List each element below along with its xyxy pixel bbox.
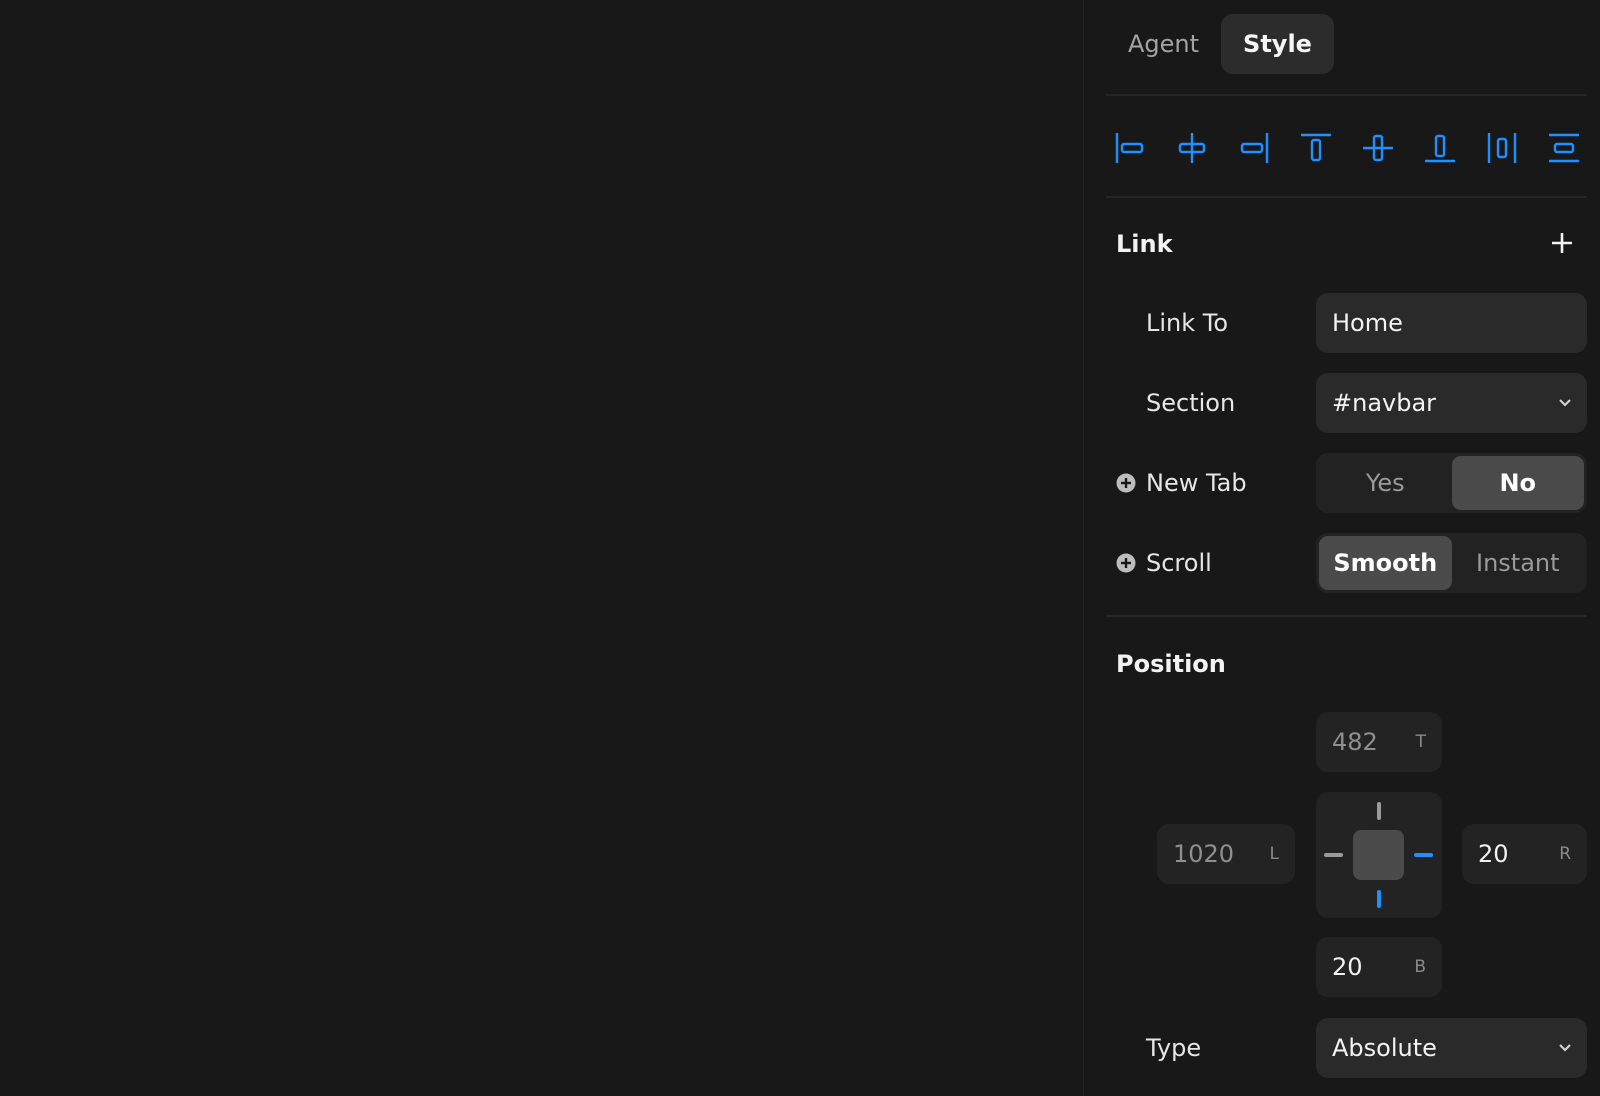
style-panel: Agent Style Link Link To Home Section #n… [1083, 0, 1600, 1096]
top-offset-input[interactable]: 482 T [1316, 712, 1442, 772]
plus-circle-icon[interactable] [1116, 473, 1136, 493]
align-top-icon [1301, 133, 1331, 162]
bottom-offset-input[interactable]: 20 B [1316, 937, 1442, 997]
new-tab-toggle: Yes No [1316, 453, 1587, 513]
link-to-label: Link To [1146, 309, 1229, 337]
section-value: #navbar [1332, 389, 1437, 417]
align-top-button[interactable] [1292, 120, 1340, 176]
new-tab-yes-option[interactable]: Yes [1319, 456, 1452, 510]
position-section-title: Position [1116, 650, 1226, 678]
position-type-label: Type [1146, 1034, 1202, 1062]
new-tab-no-option[interactable]: No [1451, 456, 1584, 510]
distribute-vertical-icon [1549, 133, 1579, 163]
divider [1106, 196, 1587, 198]
align-bottom-button[interactable] [1416, 120, 1464, 176]
section-label: Section [1146, 389, 1236, 417]
panel-tabs: Agent Style [1106, 14, 1334, 74]
link-to-field[interactable]: Home [1316, 293, 1587, 353]
position-type-value: Absolute [1332, 1034, 1437, 1062]
new-tab-label: New Tab [1146, 469, 1247, 497]
bottom-offset-value: 20 [1332, 953, 1363, 981]
align-left-icon [1115, 133, 1144, 163]
align-bottom-icon [1425, 134, 1455, 163]
tab-agent[interactable]: Agent [1106, 14, 1221, 74]
align-horizontal-center-button[interactable] [1168, 120, 1216, 176]
section-select[interactable]: #navbar [1316, 373, 1587, 433]
position-pin-widget [1316, 792, 1442, 918]
pin-top-toggle[interactable] [1377, 802, 1381, 820]
position-type-select[interactable]: Absolute [1316, 1018, 1587, 1078]
left-offset-value: 1020 [1173, 840, 1235, 868]
position-element-box [1353, 830, 1404, 880]
align-vertical-center-button[interactable] [1354, 120, 1402, 176]
align-vertical-center-icon [1363, 134, 1393, 162]
divider [1106, 94, 1587, 96]
align-right-button[interactable] [1230, 120, 1278, 176]
distribute-horizontal-button[interactable] [1478, 120, 1526, 176]
right-offset-input[interactable]: 20 R [1462, 824, 1587, 884]
link-section-title: Link [1116, 230, 1173, 258]
align-right-icon [1240, 133, 1269, 163]
pin-bottom-toggle[interactable] [1377, 890, 1381, 908]
chevron-down-icon [1559, 1044, 1571, 1052]
design-canvas[interactable] [0, 0, 1083, 1096]
right-offset-suffix: R [1559, 844, 1571, 864]
scroll-smooth-option[interactable]: Smooth [1319, 536, 1452, 590]
scroll-instant-option[interactable]: Instant [1452, 536, 1585, 590]
divider [1106, 615, 1587, 617]
left-offset-suffix: L [1269, 844, 1279, 864]
chevron-down-icon [1559, 399, 1571, 407]
tab-style[interactable]: Style [1221, 14, 1334, 74]
add-link-button[interactable] [1548, 229, 1576, 257]
pin-left-toggle[interactable] [1324, 853, 1343, 857]
bottom-offset-suffix: B [1414, 957, 1426, 977]
distribute-horizontal-icon [1487, 133, 1517, 163]
right-offset-value: 20 [1478, 840, 1509, 868]
distribute-vertical-button[interactable] [1540, 120, 1588, 176]
plus-icon [1552, 233, 1572, 253]
align-left-button[interactable] [1106, 120, 1154, 176]
alignment-toolbar [1106, 120, 1587, 176]
top-offset-suffix: T [1415, 732, 1426, 752]
link-to-value: Home [1332, 309, 1403, 337]
align-horizontal-center-icon [1178, 133, 1206, 163]
top-offset-value: 482 [1332, 728, 1378, 756]
scroll-toggle: Smooth Instant [1316, 533, 1587, 593]
plus-circle-icon[interactable] [1116, 553, 1136, 573]
scroll-label: Scroll [1146, 549, 1212, 577]
left-offset-input[interactable]: 1020 L [1157, 824, 1295, 884]
pin-right-toggle[interactable] [1414, 853, 1433, 857]
